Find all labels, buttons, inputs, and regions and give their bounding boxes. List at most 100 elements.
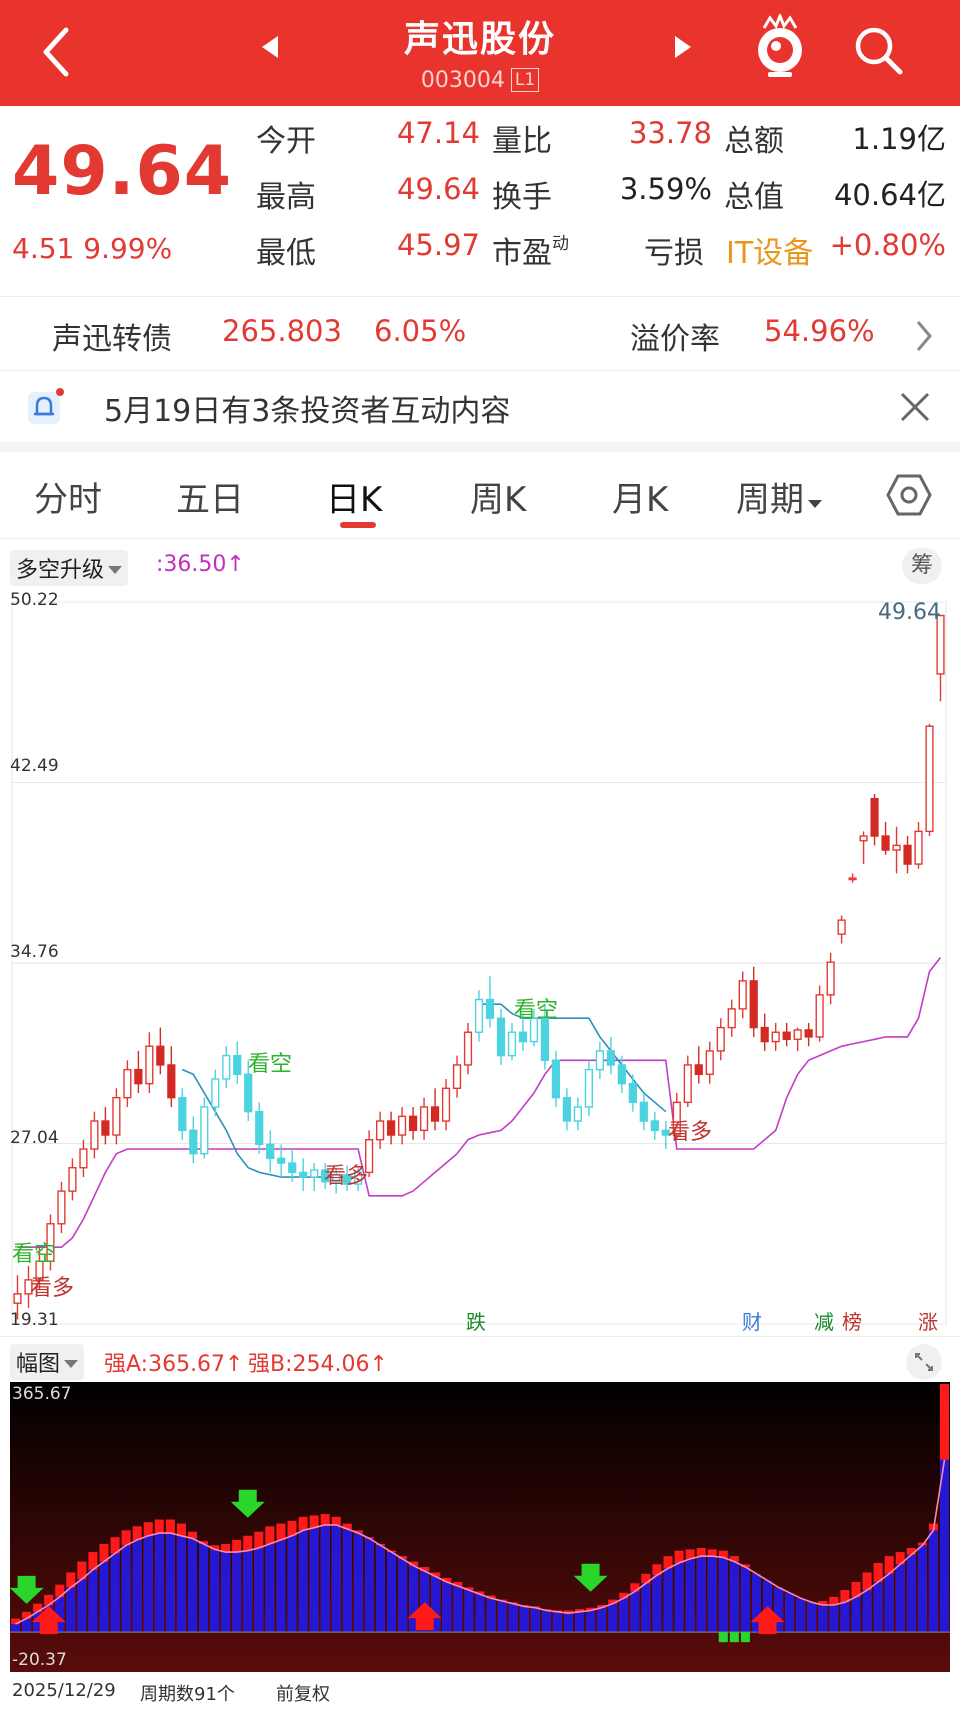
tab-five-day[interactable]: 五日 — [176, 472, 244, 521]
candle-body — [463, 1031, 473, 1066]
candle-body — [859, 835, 868, 842]
candle-body — [441, 1087, 451, 1122]
bar-strong-b — [132, 1539, 142, 1633]
candle-body — [211, 1078, 220, 1108]
investor-notice-bar[interactable]: 5月19日有3条投资者互动内容 — [0, 372, 960, 442]
strength-bar-chart[interactable] — [10, 1382, 950, 1672]
bar-strong-b — [552, 1611, 562, 1633]
expand-icon[interactable] — [906, 1344, 942, 1380]
candle-body — [178, 1096, 187, 1132]
bar-strong-b — [807, 1602, 817, 1633]
candle-body — [299, 1171, 308, 1178]
bar-strong-b — [508, 1603, 518, 1633]
volume-ratio-value: 33.78 — [628, 116, 712, 150]
next-stock-icon[interactable] — [675, 36, 691, 58]
bar-strong-b — [818, 1605, 828, 1633]
mascot-icon[interactable] — [752, 14, 808, 80]
signal-bull: 看多 — [324, 1164, 369, 1189]
bar-negative — [740, 1632, 750, 1643]
candle-body — [485, 998, 495, 1019]
candle-body — [870, 797, 879, 837]
bar-strong-b — [265, 1543, 275, 1633]
industry-link[interactable]: IT设备 — [726, 228, 813, 272]
bar-strong-b — [884, 1573, 894, 1633]
signal-bear: 看空 — [12, 1242, 57, 1267]
candle-body — [760, 1026, 769, 1043]
bar-strong-b — [917, 1545, 927, 1633]
low-label: 最低 — [256, 236, 316, 271]
bar-strong-b — [88, 1569, 98, 1633]
indicator-select[interactable]: 多空升级 — [10, 550, 129, 586]
search-icon[interactable] — [852, 24, 906, 78]
bar-strong-b — [574, 1611, 585, 1633]
bar-strong-b — [785, 1592, 795, 1633]
candle-body — [540, 1017, 550, 1061]
bar-negative — [729, 1632, 739, 1643]
candle-body — [386, 1120, 396, 1136]
candle-body — [408, 1115, 418, 1132]
candle-body — [397, 1115, 407, 1136]
candle-body — [573, 1106, 583, 1122]
period-count: 周期数91个 — [140, 1684, 235, 1705]
bar-strong-b — [630, 1591, 640, 1633]
tab-weekly-k[interactable]: 周K — [470, 472, 526, 521]
amount-label: 总额 — [724, 124, 784, 159]
event-rise[interactable]: 涨 — [918, 1306, 938, 1335]
bar-strong-b — [309, 1527, 319, 1633]
candle-body — [639, 1101, 648, 1122]
candle-body — [551, 1059, 561, 1099]
premium-value: 54.96% — [764, 314, 875, 348]
kline-chart[interactable] — [0, 588, 960, 1336]
bar-strong-b — [198, 1543, 209, 1633]
bar-strong-b — [862, 1590, 872, 1633]
legend-strong-b: 强B:254.06↑ — [248, 1352, 388, 1377]
candle-body — [848, 877, 857, 881]
chevron-right-icon[interactable] — [912, 316, 936, 356]
event-drop[interactable]: 跌 — [466, 1306, 486, 1335]
bar-strong-b — [386, 1552, 397, 1633]
bar-strong-b — [519, 1606, 529, 1633]
close-icon[interactable] — [898, 390, 932, 424]
bar-strong-b — [165, 1533, 175, 1633]
y-tick: 34.76 — [10, 942, 59, 962]
candle-body — [584, 1068, 593, 1108]
convertible-bond-row[interactable]: 声迅转债 265.803 6.05% 溢价率 54.96% — [0, 298, 960, 370]
event-reduce[interactable]: 减 — [814, 1306, 834, 1335]
event-finance[interactable]: 财 — [742, 1306, 762, 1335]
y-tick: 42.49 — [10, 756, 59, 776]
sub-indicator-select[interactable]: 幅图 — [10, 1344, 85, 1380]
section-gap — [0, 442, 960, 452]
bar-strong-b — [530, 1607, 540, 1633]
turnover-value: 3.59% — [619, 172, 712, 206]
bar-strong-b — [353, 1533, 363, 1633]
premium-label: 溢价率 — [630, 322, 720, 357]
settings-hex-icon[interactable] — [886, 472, 932, 518]
bell-icon — [28, 388, 64, 424]
bar-strong-b — [331, 1524, 341, 1633]
tab-intraday[interactable]: 分时 — [34, 472, 102, 521]
bar-strong-b — [276, 1539, 286, 1633]
candle-body — [518, 1031, 528, 1043]
bar-strong-b — [287, 1535, 297, 1633]
candle-body — [892, 844, 901, 851]
event-ranking[interactable]: 榜 — [842, 1306, 862, 1335]
y-tick-min: 19.31 — [10, 1310, 59, 1330]
tab-daily-k[interactable]: 日K — [326, 472, 382, 521]
bar-strong-b — [243, 1550, 253, 1633]
amount-value: 1.19亿 — [852, 122, 946, 156]
adjust-mode[interactable]: 前复权 — [276, 1680, 330, 1706]
candle-body — [167, 1064, 176, 1099]
candle-body — [716, 1026, 725, 1052]
candle-body — [496, 1017, 506, 1057]
candle-body — [189, 1129, 198, 1155]
sub-y-tick-min: -20.37 — [12, 1650, 67, 1670]
chart-start-date: 2025/12/29 — [12, 1680, 116, 1701]
bar-strong-b — [796, 1598, 806, 1633]
candle-body — [507, 1031, 517, 1057]
tab-monthly-k[interactable]: 月K — [612, 472, 668, 521]
candle-body — [112, 1096, 121, 1136]
tab-period[interactable]: 周期 — [736, 472, 822, 521]
bar-strong-b — [232, 1552, 242, 1633]
chip-button[interactable]: 筹 — [902, 548, 942, 584]
candle-body — [617, 1064, 626, 1085]
